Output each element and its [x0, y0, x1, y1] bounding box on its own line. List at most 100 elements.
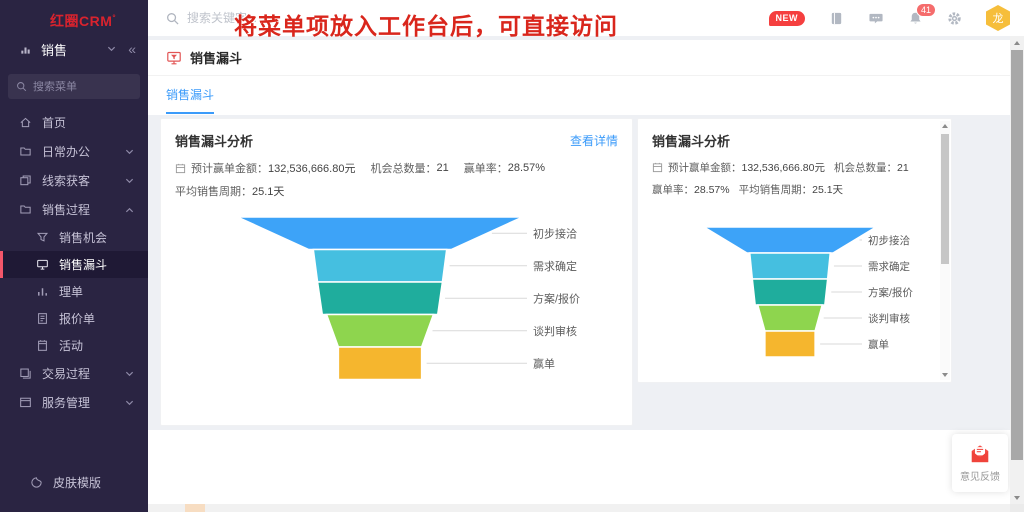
funnel-stage [327, 315, 434, 348]
panel-1-title: 销售漏斗分析 [175, 131, 253, 150]
settings-gear-icon[interactable] [947, 11, 962, 26]
sidebar-item-label: 首页 [42, 114, 66, 131]
sidebar-item-label: 销售机会 [59, 229, 107, 246]
funnel-stage-label: 赢单 [868, 338, 889, 351]
funnel-panel-2: 销售漏斗分析 预计赢单金额：132,536,666.80元机会总数量：21赢单率… [637, 118, 952, 383]
sales-funnel-page-icon [166, 50, 182, 66]
sidebar-item-quotation[interactable]: 报价单 [0, 305, 148, 332]
vertical-scrollbar[interactable] [1010, 36, 1024, 504]
sidebar-item-home[interactable]: 首页 [0, 108, 148, 137]
sidebar-item-label: 日常办公 [42, 143, 90, 160]
sidebar-item-order-sorting[interactable]: 理单 [0, 278, 148, 305]
funnel-chart-2: 初步接洽需求确定方案/报价谈判审核赢单 [644, 219, 944, 379]
scrollbar-thumb[interactable] [1011, 50, 1023, 460]
funnel-stage [758, 305, 823, 331]
new-badge[interactable]: NEW [769, 11, 806, 26]
stat-item: 机会总数量：21 [370, 160, 448, 176]
funnel-stage [704, 227, 876, 253]
calendar-icon [652, 162, 663, 173]
bottom-section [148, 430, 1010, 505]
home-icon [19, 116, 32, 129]
tab-bar: 销售漏斗 [148, 76, 1010, 114]
scrollbar-corner [1010, 504, 1024, 512]
scrollbar-thumb[interactable] [941, 134, 949, 264]
sidebar-item-transaction-process[interactable]: 交易过程 [0, 359, 148, 388]
stat-item: 预计赢单金额：132,536,666.80元 [652, 160, 825, 175]
sidebar-item-activity[interactable]: 活动 [0, 332, 148, 359]
sidebar-item-sales-process[interactable]: 销售过程 [0, 195, 148, 224]
funnel-stage [765, 331, 815, 357]
sidebar-item-lead-acquisition[interactable]: 线索获客 [0, 166, 148, 195]
scroll-up-arrow-icon[interactable] [1010, 36, 1024, 49]
folder-icon [19, 145, 32, 158]
search-icon [166, 12, 179, 25]
copy-icon [19, 174, 32, 187]
layers-icon [19, 367, 32, 380]
tab-sales-funnel[interactable]: 销售漏斗 [166, 86, 214, 114]
funnel-stage-label: 需求确定 [533, 259, 577, 273]
sidebar-item-skin-template[interactable]: 皮肤模版 [0, 468, 148, 496]
note-icon [36, 339, 49, 352]
chevron-down-icon [125, 177, 134, 185]
funnel-stage-label: 方案/报价 [868, 286, 913, 299]
feedback-label: 意见反馈 [960, 468, 1000, 483]
view-details-link[interactable]: 查看详情 [570, 132, 618, 149]
panel-2-head: 销售漏斗分析 [638, 119, 951, 150]
feedback-mail-icon [969, 444, 991, 464]
sidebar-item-service-management[interactable]: 服务管理 [0, 388, 148, 417]
user-avatar[interactable]: 龙 [986, 5, 1010, 31]
stat-item: 赢单率：28.57% [652, 182, 730, 197]
funnel-stage [338, 347, 421, 380]
sidebar-search-input[interactable] [33, 81, 133, 93]
sidebar-item-label: 销售漏斗 [59, 256, 107, 273]
panel-1-head: 销售漏斗分析 查看详情 [161, 119, 632, 150]
panel-2-title: 销售漏斗分析 [652, 131, 730, 150]
scroll-down-arrow-icon[interactable] [940, 370, 950, 380]
messages-icon[interactable] [868, 11, 884, 26]
sidebar-item-label: 报价单 [59, 310, 95, 327]
search-icon [16, 81, 27, 92]
document-icon [36, 312, 49, 325]
funnel-stage-label: 谈判审核 [868, 312, 910, 325]
monitor-icon [36, 258, 49, 271]
chevron-down-icon [125, 370, 134, 378]
funnel-stage [238, 217, 523, 250]
sidebar-item-daily-office[interactable]: 日常办公 [0, 137, 148, 166]
calendar-icon [175, 163, 186, 174]
chevron-down-icon [125, 399, 134, 407]
sidebar-menu: 首页日常办公线索获客销售过程销售机会销售漏斗理单报价单活动交易过程服务管理 [0, 108, 148, 417]
sidebar-item-label: 理单 [59, 283, 83, 300]
horizontal-scrollbar[interactable] [148, 504, 1010, 512]
funnel-stage [313, 250, 446, 283]
sidebar-search[interactable] [8, 74, 140, 99]
folder-icon [19, 203, 32, 216]
sidebar-item-sales-opportunity[interactable]: 销售机会 [0, 224, 148, 251]
sidebar-footer-label: 皮肤模版 [53, 474, 101, 491]
funnel-stage-label: 谈判审核 [533, 324, 577, 338]
sidebar-item-sales-funnel[interactable]: 销售漏斗 [0, 251, 148, 278]
topbar: NEW 41 龙 [148, 0, 1024, 36]
topbar-actions: NEW 41 龙 [769, 5, 1011, 31]
funnel-chart-1: 初步接洽需求确定方案/报价谈判审核赢单 [175, 203, 620, 403]
collapse-sidebar-icon[interactable]: « [128, 41, 136, 57]
feedback-button[interactable]: 意见反馈 [952, 434, 1008, 492]
global-search-input[interactable] [187, 11, 357, 25]
sidebar-item-label: 服务管理 [42, 394, 90, 411]
funnel-stage-label: 方案/报价 [533, 291, 580, 305]
global-search[interactable] [166, 11, 357, 25]
panel-2-scrollbar[interactable] [940, 121, 950, 380]
scrollbar-segment [185, 504, 205, 512]
window-icon [19, 396, 32, 409]
manual-book-icon[interactable] [829, 11, 844, 26]
stat-item: 平均销售周期：25.1天 [175, 183, 284, 199]
sidebar-item-label: 销售过程 [42, 201, 90, 218]
scroll-down-arrow-icon[interactable] [1010, 491, 1024, 504]
notifications-bell-icon[interactable]: 41 [908, 11, 923, 26]
page-title-row: 销售漏斗 [148, 40, 1010, 76]
funnel-stage-label: 需求确定 [868, 260, 910, 273]
scroll-up-arrow-icon[interactable] [940, 121, 950, 131]
page-header: 销售漏斗 销售漏斗 [148, 40, 1010, 115]
sidebar-item-label: 线索获客 [42, 172, 90, 189]
panel-1-stats: 预计赢单金额：132,536,666.80元机会总数量：21赢单率：28.57%… [161, 150, 632, 199]
module-selector[interactable]: 销售 « [0, 34, 148, 64]
